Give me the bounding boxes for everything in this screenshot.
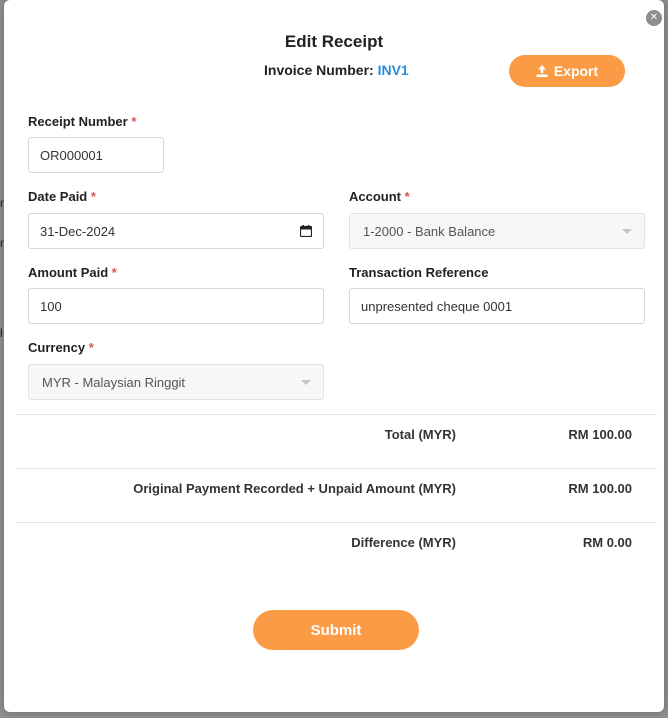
difference-label: Difference (MYR) <box>351 535 456 550</box>
amount-paid-label: Amount Paid * <box>28 265 117 280</box>
receipt-number-label: Receipt Number * <box>28 114 137 129</box>
original-payment-value: RM 100.00 <box>568 481 632 496</box>
export-label: Export <box>553 63 599 79</box>
total-label: Total (MYR) <box>384 427 456 442</box>
receipt-number-input[interactable] <box>28 137 164 173</box>
date-paid-label: Date Paid * <box>28 189 96 204</box>
invoice-number-line: Invoice Number: INV1 <box>264 62 409 78</box>
original-payment-label: Original Payment Recorded + Unpaid Amoun… <box>133 481 456 496</box>
account-label: Account * <box>349 189 410 204</box>
currency-value: MYR - Malaysian Ringgit <box>42 374 186 390</box>
chevron-down-icon <box>301 380 311 385</box>
date-paid-input[interactable]: 31-Dec-2024 <box>28 213 324 249</box>
account-select[interactable]: 1-2000 - Bank Balance <box>349 213 645 249</box>
edit-receipt-modal: ✕ Edit Receipt Invoice Number: INV1 Expo… <box>4 0 664 712</box>
chevron-down-icon <box>622 229 632 234</box>
export-button[interactable]: Export <box>509 55 625 87</box>
submit-button[interactable]: Submit <box>253 610 419 650</box>
currency-label: Currency * <box>28 340 94 355</box>
total-value: RM 100.00 <box>568 427 632 442</box>
invoice-number-value: INV1 <box>377 62 409 78</box>
transaction-reference-input[interactable] <box>349 288 645 324</box>
upload-icon <box>536 65 548 77</box>
invoice-label: Invoice Number: <box>264 62 374 78</box>
currency-select[interactable]: MYR - Malaysian Ringgit <box>28 364 324 400</box>
calendar-icon[interactable] <box>299 225 313 240</box>
difference-value: RM 0.00 <box>582 535 632 550</box>
account-value: 1-2000 - Bank Balance <box>363 223 496 239</box>
divider <box>16 468 657 469</box>
modal-title: Edit Receipt <box>284 32 384 51</box>
close-icon[interactable]: ✕ <box>646 10 662 26</box>
divider <box>16 414 657 415</box>
amount-paid-input[interactable] <box>28 288 324 324</box>
transaction-reference-label: Transaction Reference <box>349 265 489 280</box>
divider <box>16 522 657 523</box>
date-paid-value: 31-Dec-2024 <box>40 223 116 239</box>
